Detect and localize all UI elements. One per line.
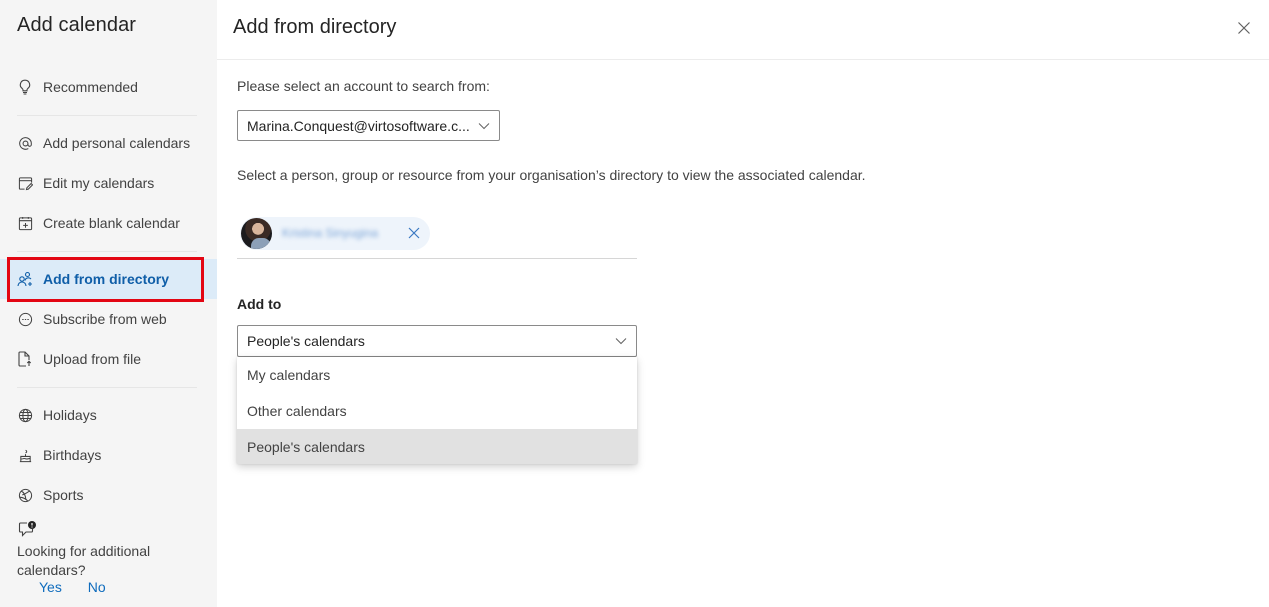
feedback-no-link[interactable]: No [88, 579, 106, 595]
avatar [241, 218, 272, 249]
sidebar-title: Add calendar [17, 14, 137, 36]
sidebar-item-label: Sports [43, 487, 84, 503]
close-icon [1238, 22, 1250, 34]
sidebar-item-label: Add from directory [43, 271, 170, 287]
sidebar-item-subscribe-from-web[interactable]: Subscribe from web [0, 299, 217, 339]
close-button[interactable] [1234, 18, 1254, 38]
sidebar-item-add-from-directory[interactable]: Add from directory [0, 259, 217, 299]
directory-prompt: Select a person, group or resource from … [237, 167, 866, 183]
sidebar-item-birthdays[interactable]: Birthdays [0, 435, 217, 475]
option-my-calendars[interactable]: My calendars [237, 357, 637, 393]
feedback-yes-link[interactable]: Yes [39, 579, 62, 595]
sidebar-item-holidays[interactable]: Holidays [0, 395, 217, 435]
option-peoples-calendars[interactable]: People's calendars [237, 429, 637, 464]
sidebar-item-recommended[interactable]: Recommended [0, 67, 217, 107]
sidebar-item-label: Subscribe from web [43, 311, 167, 327]
account-select-value: Marina.Conquest@virtosoftware.c... [247, 117, 470, 134]
divider [17, 387, 197, 388]
add-to-dropdown-list: My calendars Other calendars People's ca… [237, 357, 637, 464]
people-picker-underline [237, 258, 637, 259]
feedback-links: Yes No [39, 579, 128, 595]
account-prompt: Please select an account to search from: [237, 78, 490, 94]
chevron-down-icon [615, 338, 627, 345]
sidebar-item-add-personal-calendars[interactable]: Add personal calendars [0, 123, 217, 163]
people-add-icon [17, 271, 33, 287]
sidebar-item-upload-from-file[interactable]: Upload from file [0, 339, 217, 379]
sidebar-item-label: Recommended [43, 79, 138, 95]
sidebar-item-label: Holidays [43, 407, 97, 423]
account-select[interactable]: Marina.Conquest@virtosoftware.c... [237, 110, 500, 141]
divider [17, 251, 197, 252]
sidebar-item-label: Add personal calendars [43, 135, 191, 151]
divider [17, 115, 197, 116]
add-to-select-value: People's calendars [247, 333, 365, 349]
sidebar-item-label: Birthdays [43, 447, 102, 463]
edit-calendar-icon [17, 175, 33, 191]
chevron-down-icon [478, 122, 490, 129]
add-to-label: Add to [237, 296, 282, 312]
sidebar-item-label: Edit my calendars [43, 175, 155, 191]
calendar-add-icon [17, 215, 33, 231]
sidebar-item-create-blank-calendar[interactable]: Create blank calendar [0, 203, 217, 243]
link-circle-icon [17, 311, 33, 327]
file-upload-icon [17, 351, 33, 367]
sidebar: Add calendar Recommended Add personal ca… [0, 0, 217, 607]
add-to-select[interactable]: People's calendars [237, 325, 637, 357]
sidebar-item-sports[interactable]: Sports [0, 475, 217, 515]
at-sign-icon [17, 135, 33, 151]
option-other-calendars[interactable]: Other calendars [237, 393, 637, 429]
cake-icon [17, 447, 33, 463]
selected-person-chip[interactable]: Kristina Sinyugina [240, 217, 430, 250]
feedback-alert-icon [18, 520, 38, 538]
remove-person-icon[interactable] [407, 226, 421, 240]
lightbulb-icon [17, 79, 33, 95]
header-divider [217, 59, 1269, 60]
sidebar-item-edit-my-calendars[interactable]: Edit my calendars [0, 163, 217, 203]
page-title: Add from directory [233, 16, 397, 38]
globe-icon [17, 407, 33, 423]
feedback-question: Looking for additional calendars? [17, 543, 151, 578]
selected-person-name: Kristina Sinyugina [282, 226, 379, 240]
sidebar-item-label: Upload from file [43, 351, 142, 367]
sidebar-item-label: Create blank calendar [43, 215, 180, 231]
sports-ball-icon [17, 487, 33, 503]
